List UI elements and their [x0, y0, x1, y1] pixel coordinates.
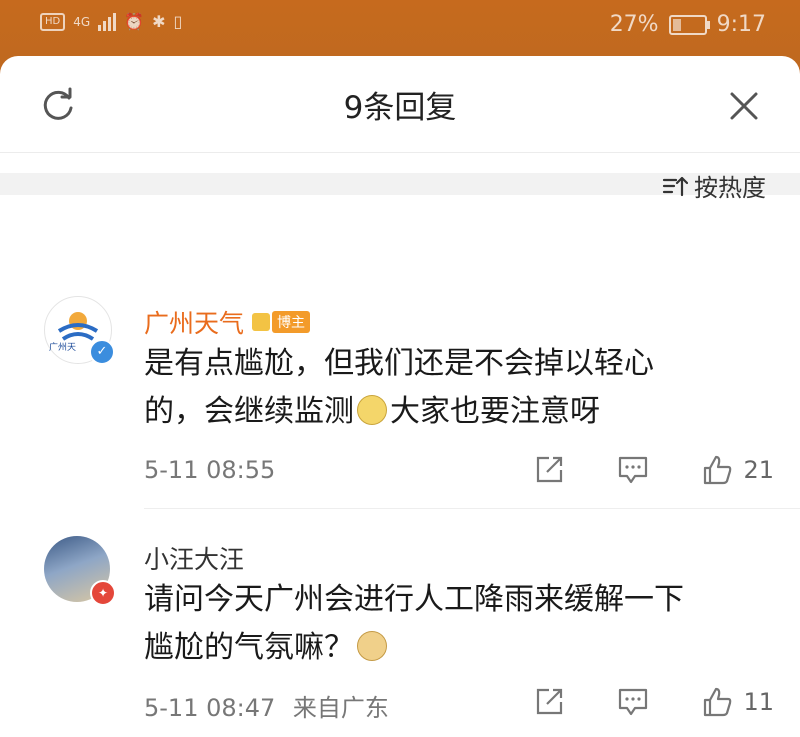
page-title: 9条回复 [343, 90, 457, 126]
battery-percent: 27% [609, 12, 659, 37]
signal-icon [98, 12, 117, 31]
vibrate-icon: ▯ [173, 12, 183, 31]
member-badge-icon: ✦ [90, 580, 116, 606]
avatar[interactable]: ✦ [44, 536, 116, 606]
emoji-icon [357, 395, 387, 425]
comment-line-1: 是有点尴尬，但我们还是不会掉以轻心 [144, 346, 654, 381]
comment-actions: 11 [481, 686, 774, 718]
share-icon[interactable] [533, 686, 565, 718]
comment-line-2: 的，会继续监测 大家也要注意呀 [144, 388, 764, 436]
username-text: 广州天气 [144, 309, 245, 338]
verified-icon: ✓ [89, 339, 115, 365]
comment-username[interactable]: 广州天气 博主 [144, 304, 311, 340]
like-count: 11 [743, 688, 774, 716]
reply-icon[interactable] [617, 454, 649, 486]
close-icon[interactable] [724, 86, 764, 126]
status-bar: HD 4G ⏰ ✱ ▯ 27% 9:17 [0, 0, 800, 56]
network-label: 4G [73, 14, 91, 29]
like-icon [704, 687, 732, 717]
battery-icon [668, 14, 710, 35]
comment-text: 请问今天广州会进行人工降雨来缓解一下 尴尬的气氛嘛？ [144, 576, 764, 672]
like-count: 21 [743, 456, 774, 484]
comment-time: 5-11 08:55 [144, 456, 276, 484]
clock: 9:17 [716, 12, 766, 37]
comment-username[interactable]: 小汪大汪 [144, 540, 244, 576]
reply-icon[interactable] [617, 686, 649, 718]
hd-badge: HD [40, 12, 66, 31]
author-tag-label: 博主 [272, 311, 311, 333]
status-left: HD 4G ⏰ ✱ ▯ [40, 12, 182, 31]
comment-text: 是有点尴尬，但我们还是不会掉以轻心 的，会继续监测 大家也要注意呀 [144, 340, 764, 436]
comment-actions: 21 [481, 454, 774, 486]
avatar-label: 广州天 [49, 343, 77, 353]
status-right: 27% 9:17 [610, 12, 766, 37]
comment-line-2: 尴尬的气氛嘛？ [144, 624, 764, 672]
comment-line-2b: 大家也要注意呀 [390, 394, 600, 429]
comment-line-1: 请问今天广州会进行人工降雨来缓解一下 [144, 582, 684, 617]
author-tag: 博主 [252, 311, 311, 333]
sort-label: 按热度 [694, 174, 766, 202]
comment-line-2a: 尴尬的气氛嘛？ [144, 630, 354, 665]
username-text: 小汪大汪 [144, 545, 245, 574]
share-icon[interactable] [533, 454, 565, 486]
comment-line-2a: 的，会继续监测 [144, 394, 354, 429]
battery-fill [672, 18, 681, 31]
sort-icon [662, 176, 688, 196]
comment-meta: 5-11 08:47 来自广东 [144, 688, 389, 723]
bluetooth-icon: ✱ [152, 12, 166, 31]
avatar[interactable]: 广州天 ✓ [44, 296, 115, 365]
sheet-header: 9条回复 [0, 56, 800, 153]
comment-time: 5-11 08:47 [144, 694, 276, 722]
comment-source: 来自广东 [292, 694, 389, 722]
like-button[interactable]: 11 [701, 686, 774, 718]
alarm-icon: ⏰ [124, 12, 145, 31]
like-button[interactable]: 21 [701, 454, 774, 486]
comment-divider [144, 508, 800, 509]
sort-button[interactable]: 按热度 [662, 168, 766, 203]
like-icon [704, 455, 732, 485]
crown-icon [252, 313, 271, 331]
doge-emoji-icon [357, 631, 387, 661]
